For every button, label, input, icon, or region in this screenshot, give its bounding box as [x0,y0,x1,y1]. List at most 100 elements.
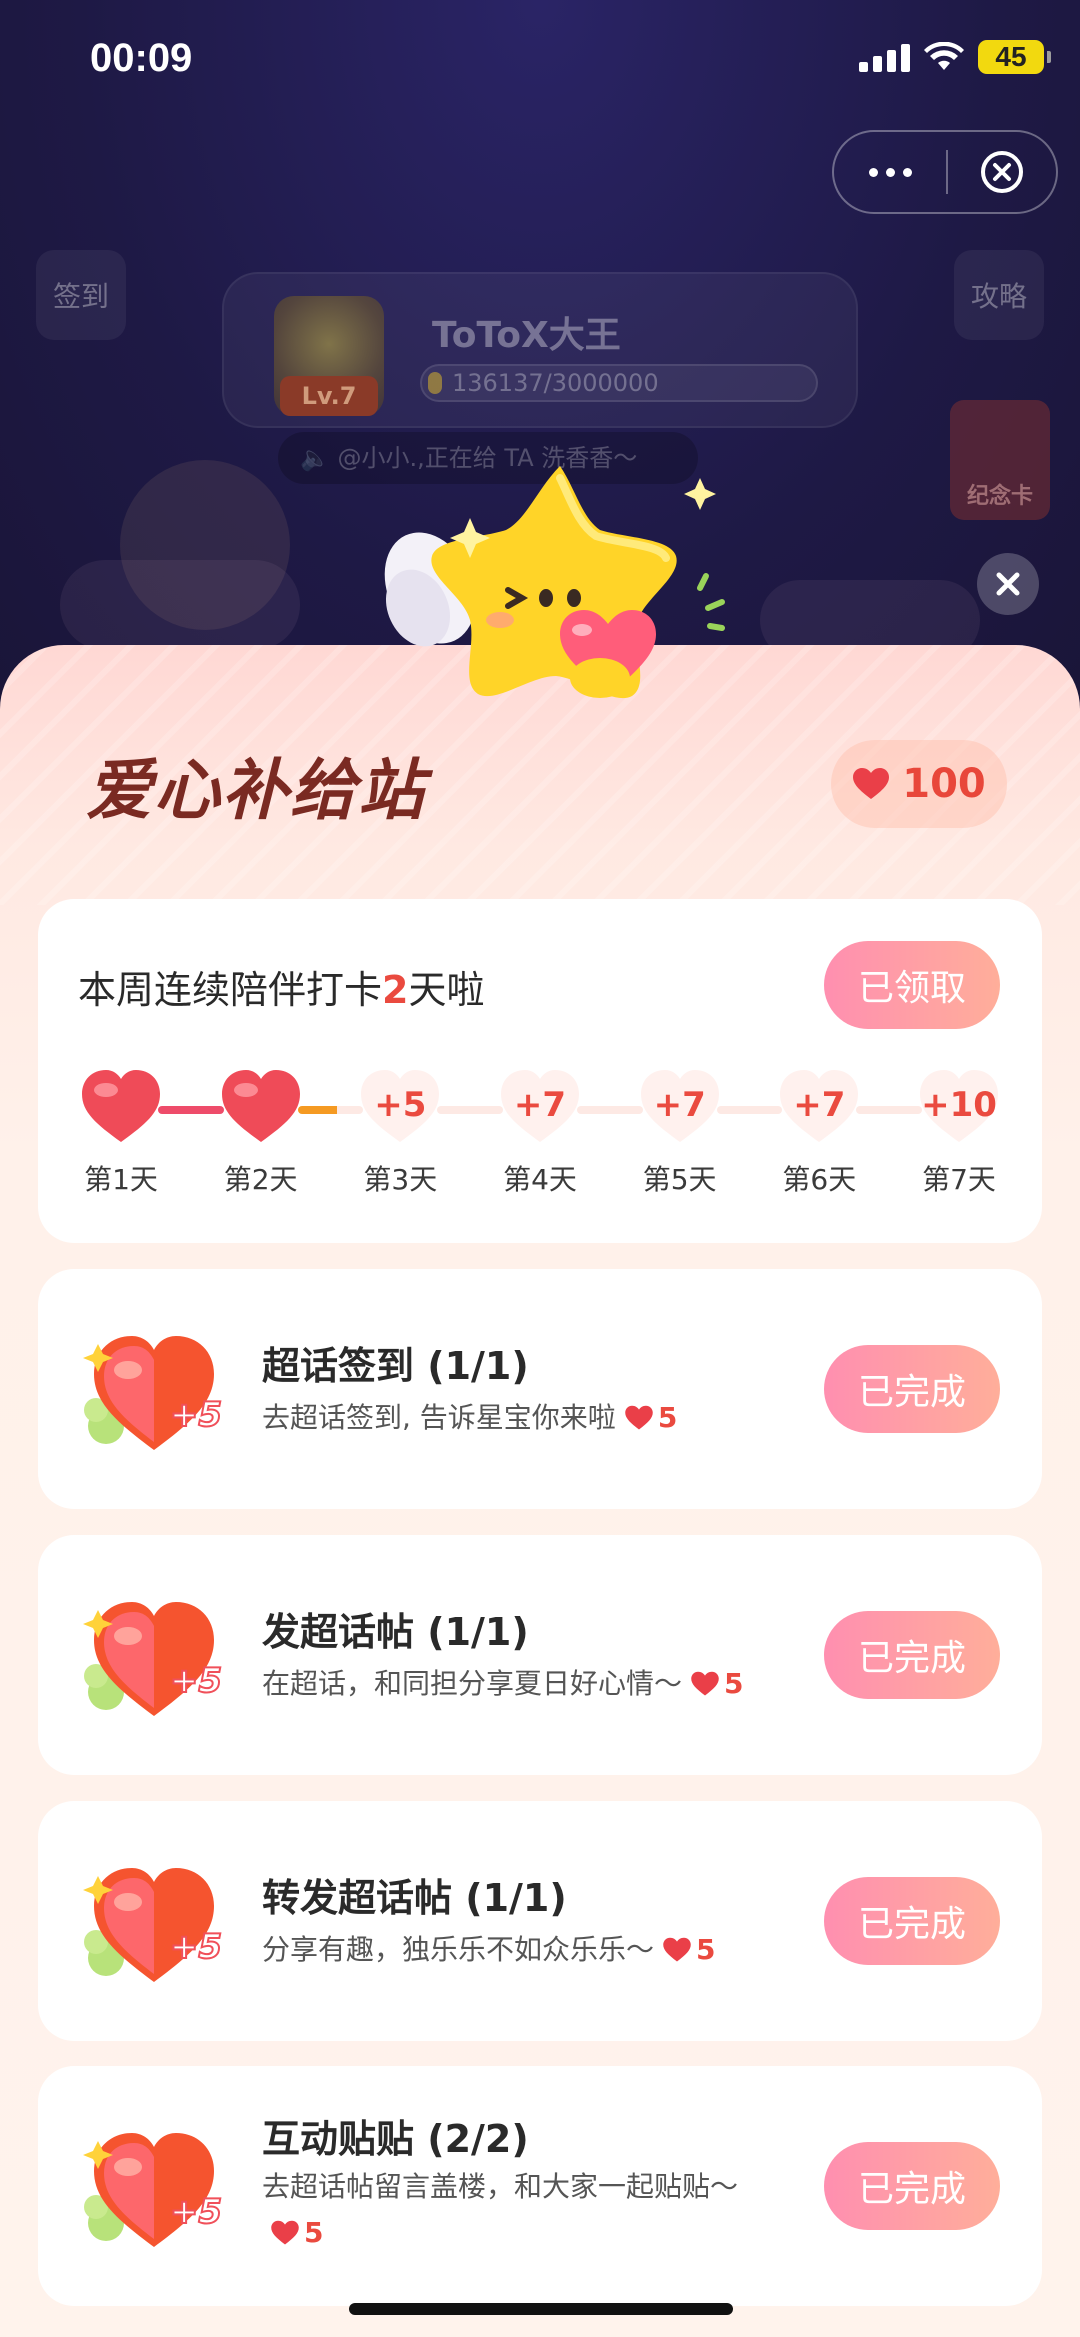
streak-day-label: 第1天 [84,1163,158,1196]
streak-day-points: +5 [374,1085,427,1125]
streak-day: +5 第3天 [357,1062,443,1198]
level-progress-text: 136137/3000000 [452,369,659,397]
wifi-icon [924,42,964,70]
close-circle-icon [981,151,1023,193]
task-desc-text: 去超话帖留言盖楼，和大家一起贴贴～ [262,2170,739,2203]
streak-day-node: +10 [916,1062,1002,1148]
task-desc-text: 在超话，和同担分享夏日好心情～ [262,1667,683,1700]
task-completed-button[interactable]: 已完成 [824,1877,1000,1965]
task-desc: 在超话，和同担分享夏日好心情～ 5 [262,1661,782,1707]
task-completed-button[interactable]: 已完成 [824,2142,1000,2230]
close-modal-button[interactable] [977,553,1039,615]
heart-reward-icon: +5 [83,1868,223,1982]
streak-day-node [218,1062,304,1148]
souvenir-card-button[interactable]: 纪念卡 [950,400,1050,520]
task-desc: 分享有趣，独乐乐不如众乐乐～ 5 [262,1927,782,1973]
task-completed-button[interactable]: 已完成 [824,1345,1000,1433]
heart-reward-icon: +5 [83,1336,223,1450]
streak-connector [856,1106,922,1114]
task-completed-label: 已完成 [857,1904,966,1945]
heart-reward-icon: +5 [83,1602,223,1716]
streak-title: 本周连续陪伴打卡2天啦 [78,959,484,1014]
streak-day-points: +7 [513,1085,567,1125]
task-card: +5 转发超话帖 (1/1) 分享有趣，独乐乐不如众乐乐～ 5 已完成 [38,1801,1042,2041]
heart-supply-sheet: 爱心补给站 100 本周连续陪伴打卡2天啦 已领取 第1天 第2天 +5 第3天 +7 第… [0,645,1080,2337]
streak-day-node [78,1062,164,1148]
guide-label: 攻略 [970,280,1027,313]
streak-title-suffix: 天啦 [408,968,485,1012]
heart-reward-icon: +5 [83,2133,223,2247]
task-completed-button[interactable]: 已完成 [824,1611,1000,1699]
streak-connector [716,1106,783,1114]
star-mascot-illustration [384,466,725,699]
battery-level: 45 [995,41,1027,72]
task-card: +5 发超话帖 (1/1) 在超话，和同担分享夏日好心情～ 5 已完成 [38,1535,1042,1775]
streak-connector [577,1106,643,1114]
task-reward-value: 5 [724,1667,744,1700]
checkin-label: 签到 [52,280,109,313]
streak-day: +10 第7天 [916,1062,1002,1198]
streak-day-label: 第6天 [782,1163,857,1196]
task-reward: 5 [654,1933,716,1966]
streak-title-days: 2 [382,968,409,1012]
streak-day-label: 第7天 [922,1163,996,1196]
streak-day-label: 第5天 [642,1163,717,1196]
checkin-button[interactable]: 签到 [36,250,126,340]
profile-name: ToToX大王 [432,315,621,356]
streak-connector [158,1106,224,1114]
streak-day-label: 第3天 [363,1163,438,1196]
more-button[interactable] [834,132,946,212]
status-time: 00:09 [90,36,193,80]
task-icon-badge: +5 [170,1927,222,1967]
streak-day: +7 第4天 [497,1062,583,1198]
level-badge: Lv.7 [280,376,378,416]
filled-heart-icon [82,1070,160,1142]
task-desc: 去超话签到, 告诉星宝你来啦 5 [262,1395,782,1441]
task-icon-badge: +5 [170,2192,222,2232]
streak-day-label: 第4天 [503,1163,577,1196]
heart-balance-value: 100 [902,761,986,807]
task-reward: 5 [262,2216,323,2249]
streak-connector [297,1106,364,1114]
task-reward-value: 5 [657,1401,678,1434]
task-title: 发超话帖 (1/1) [262,1610,529,1654]
sheet-title: 爱心补给站 [86,752,426,829]
task-title: 超话签到 (1/1) [262,1344,529,1388]
task-title: 互动贴贴 (2/2) [262,2117,529,2161]
heart-icon [853,768,890,799]
streak-connector [437,1106,503,1114]
close-icon [996,572,1020,596]
streak-day-node: +7 [637,1062,723,1148]
streak-title-prefix: 本周连续陪伴打卡 [78,968,383,1012]
souvenir-card-label: 纪念卡 [966,484,1033,509]
guide-button[interactable]: 攻略 [954,250,1044,340]
home-indicator [349,2303,733,2315]
streak-day-points: +7 [653,1085,706,1125]
task-completed-label: 已完成 [857,1372,966,1413]
streak-day: +7 第6天 [776,1062,862,1198]
streak-day-node: +5 [357,1062,443,1148]
streak-day: +7 第5天 [637,1062,723,1198]
task-desc-text: 分享有趣，独乐乐不如众乐乐～ [262,1933,655,1966]
cloud-decoration [60,560,300,650]
task-desc: 去超话帖留言盖楼，和大家一起贴贴～ 5 [262,2164,782,2256]
miniprogram-capsule [832,130,1058,214]
streak-day: 第2天 [218,1062,304,1198]
speaker-icon: 🔈 [300,444,338,472]
heart-icon [691,1671,719,1696]
heart-icon [271,2220,299,2245]
signal-icon [859,42,910,72]
task-icon-badge: +5 [170,1661,222,1701]
streak-claimed-button[interactable]: 已领取 [824,941,1000,1029]
battery-icon: 45 [978,40,1051,74]
task-icon-badge: +5 [170,1395,222,1435]
level-progress: 136137/3000000 [420,364,818,402]
heart-balance: 100 [831,740,1007,828]
status-icons: 45 [859,40,1051,74]
exit-button[interactable] [948,149,1056,195]
streak-day-points: +10 [921,1085,997,1125]
streak-card: 本周连续陪伴打卡2天啦 已领取 第1天 第2天 +5 第3天 +7 第4天 +7 第5天 +7 第… [38,899,1042,1243]
streak-day-node: +7 [776,1062,862,1148]
filled-heart-icon [221,1070,300,1142]
task-card: +5 超话签到 (1/1) 去超话签到, 告诉星宝你来啦 5 已完成 [38,1269,1042,1509]
